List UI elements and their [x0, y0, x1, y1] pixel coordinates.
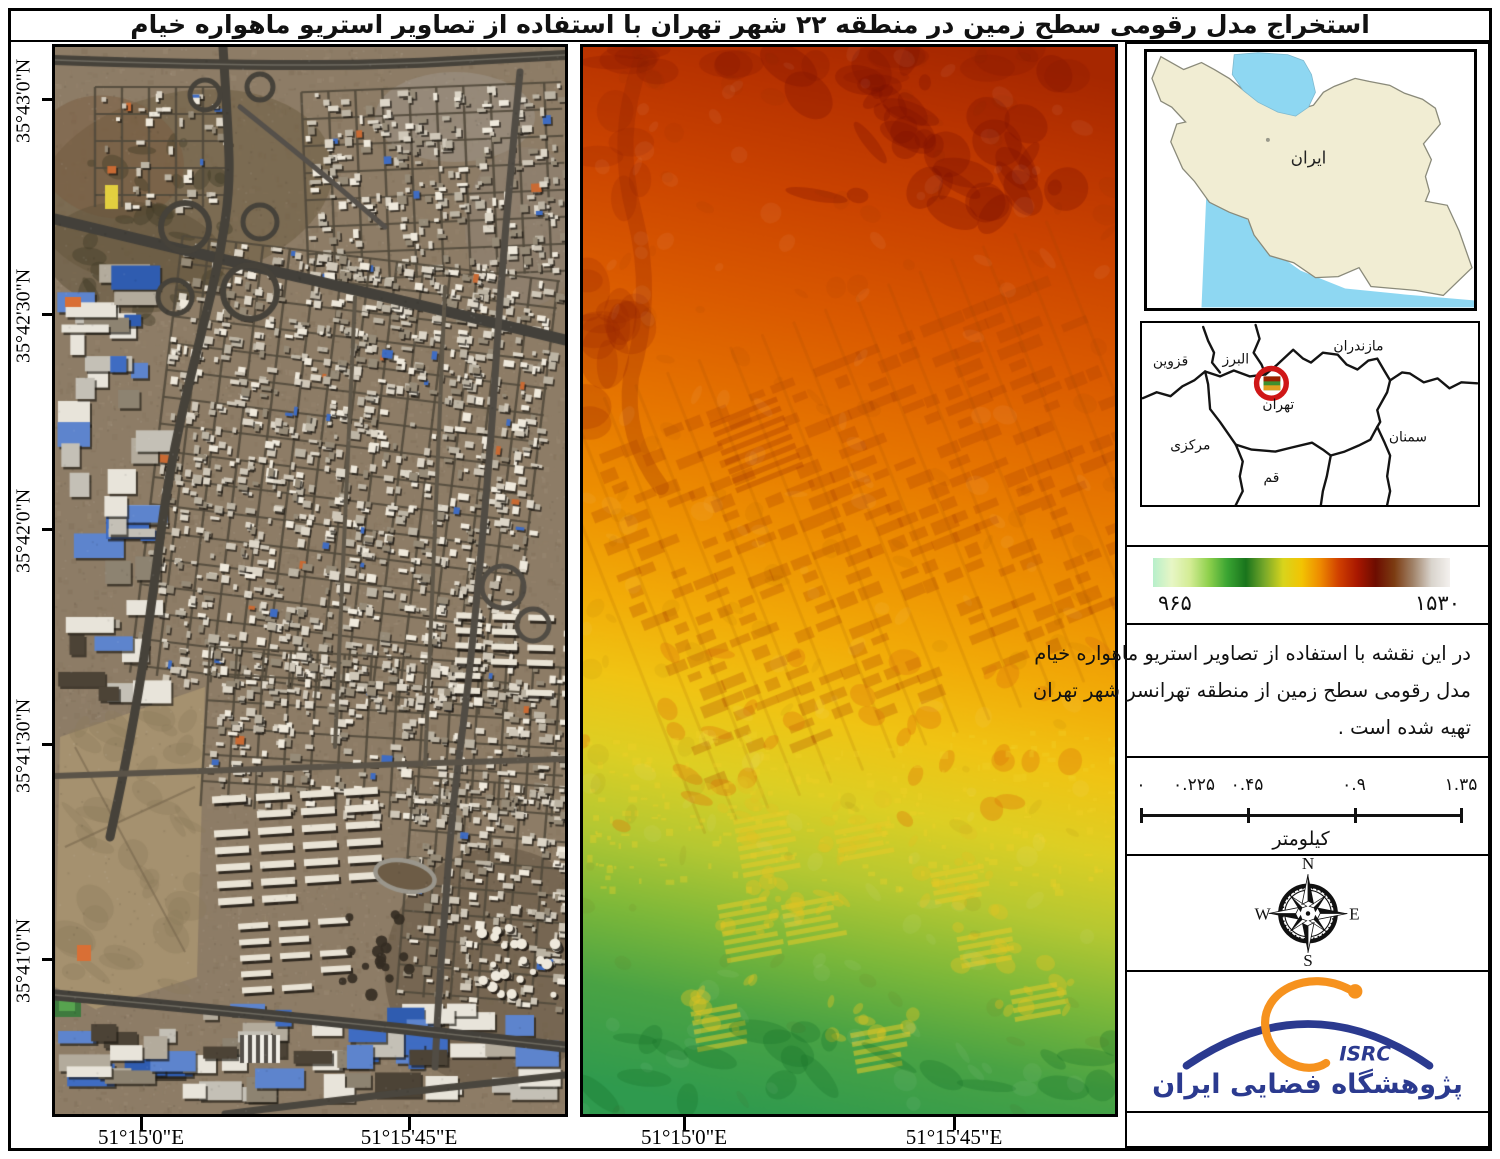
province-label-qom: قم [1264, 470, 1280, 486]
province-label-tehran: تهران [1262, 397, 1294, 413]
sidebar: ایران [1125, 42, 1490, 1148]
longitude-label: 51°15'0"E [641, 1125, 727, 1150]
latitude-label: 35°41'0"N [9, 873, 39, 1049]
lat-tick [42, 528, 52, 531]
scale-bar-tick [1460, 808, 1463, 823]
scale-tick-label: ۱.۳۵ [1445, 775, 1478, 795]
province-label-mazandaran: مازندران [1333, 339, 1383, 355]
organization-logo: ISRC پژوهشگاه فضایی ایران [1127, 970, 1488, 1113]
compass-west-label: W [1254, 905, 1271, 924]
province-inset-map: قزوین البرز مازندران تهران سمنان مرکزی ق… [1140, 321, 1480, 507]
province-label-semnan: سمنان [1389, 430, 1427, 446]
description-line: در این نقشه با استفاده از تصاویر استریو … [1137, 635, 1471, 672]
compass-section: N E S W [1127, 854, 1488, 970]
elevation-color-ramp [1153, 558, 1450, 587]
scale-bar-tick [1354, 808, 1357, 823]
latitude-label: 35°42'0"N [9, 443, 39, 619]
isrc-logo-icon: ISRC [1172, 975, 1444, 1073]
scale-unit-label: کیلومتر [1272, 828, 1329, 850]
satellite-image-canvas [55, 47, 565, 1114]
longitude-label: 51°15'0"E [98, 1125, 184, 1150]
latitude-label: 35°41'30"N [9, 658, 39, 834]
scale-tick-label: ۰.۹ [1342, 775, 1366, 795]
scale-bar-tick [1247, 808, 1250, 823]
lat-tick [42, 743, 52, 746]
iran-map-graphic: ایران [1147, 52, 1474, 308]
scale-bar-tick [1140, 808, 1143, 823]
description-line: مدل رقومی سطح زمین از منطقه تهرانسر شهر … [1137, 672, 1471, 709]
latitude-label: 35°42'30"N [9, 228, 39, 404]
scale-tick-label: ۰.۴۵ [1231, 775, 1264, 795]
compass-south-label: S [1303, 951, 1313, 970]
iran-overview-map: ایران [1144, 49, 1477, 311]
province-map-graphic: قزوین البرز مازندران تهران سمنان مرکزی ق… [1142, 323, 1478, 505]
dem-map-panel [580, 44, 1118, 1117]
scale-tick-label: ۰ [1136, 775, 1145, 795]
scale-tick-label: ۰.۲۲۵ [1173, 775, 1215, 795]
lat-tick [42, 98, 52, 101]
lat-tick [42, 313, 52, 316]
country-label: ایران [1291, 148, 1327, 168]
compass-north-label: N [1301, 857, 1313, 873]
province-label-alborz: البرز [1222, 352, 1250, 368]
lat-tick [42, 958, 52, 961]
scale-bar: ۰ ۰.۲۲۵ ۰.۴۵ ۰.۹ ۱.۳۵ کیلومتر [1127, 756, 1488, 854]
compass-rose-icon: N E S W [1251, 857, 1364, 970]
scale-bar-line [1140, 814, 1463, 817]
page-title: استخراج مدل رقومی سطح زمین در منطقه ۲۲ ش… [20, 9, 1480, 39]
logo-organization-name: پژوهشگاه فضایی ایران [1127, 1069, 1488, 1100]
city-dot [1266, 138, 1270, 142]
logo-acronym: ISRC [1339, 1041, 1391, 1065]
map-layout-page: استخراج مدل رقومی سطح زمین در منطقه ۲۲ ش… [0, 0, 1500, 1159]
longitude-label: 51°15'45"E [361, 1125, 458, 1150]
province-label-markazi: مرکزی [1170, 438, 1210, 454]
compass-east-label: E [1349, 905, 1359, 924]
province-label-qazvin: قزوین [1153, 354, 1188, 370]
latitude-label: 35°43'0"N [9, 13, 39, 189]
satellite-map-panel [52, 44, 568, 1117]
legend-min-value: ۹۶۵ [1158, 591, 1192, 615]
description-line: تهیه شده است . [1137, 709, 1471, 746]
dem-image-canvas [583, 47, 1115, 1114]
elevation-legend: ۹۶۵ ۱۵۳۰ [1127, 545, 1488, 623]
map-description: در این نقشه با استفاده از تصاویر استریو … [1127, 623, 1488, 756]
legend-max-value: ۱۵۳۰ [1415, 591, 1460, 615]
longitude-label: 51°15'45"E [906, 1125, 1003, 1150]
